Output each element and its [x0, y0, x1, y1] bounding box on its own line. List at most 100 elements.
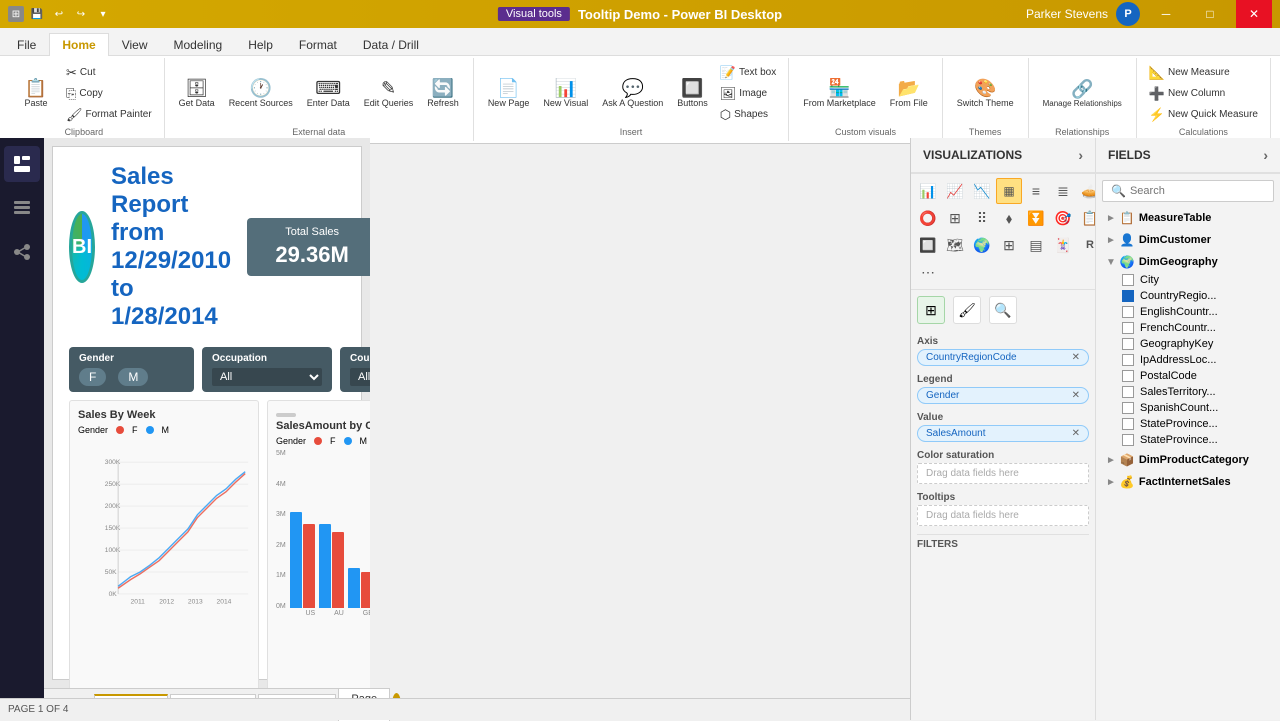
edit-queries-button[interactable]: ✎ Edit Queries [358, 77, 420, 110]
copy-button[interactable]: ⎘ Copy [62, 84, 156, 104]
viz-icon-donut[interactable]: ⭕ [915, 205, 941, 231]
new-quick-measure-button[interactable]: ⚡ New Quick Measure [1145, 105, 1262, 125]
value-remove[interactable]: ✕ [1072, 428, 1080, 439]
user-avatar[interactable]: P [1116, 2, 1140, 26]
viz-icon-card[interactable]: 🃏 [1050, 232, 1076, 258]
viz-icon-treemap[interactable]: ⊞ [942, 205, 968, 231]
viz-fields-tab[interactable]: ⊞ [917, 296, 945, 324]
spanishcount-checkbox[interactable] [1122, 402, 1134, 414]
ipaddress-checkbox[interactable] [1122, 354, 1134, 366]
frenchcountr-checkbox[interactable] [1122, 322, 1134, 334]
viz-icon-more[interactable]: ⋯ [915, 259, 941, 285]
format-painter-button[interactable]: 🖌 Format Painter [62, 105, 156, 125]
occupation-select[interactable]: All [212, 368, 322, 386]
recent-sources-button[interactable]: 🕐 Recent Sources [223, 77, 299, 110]
viz-analytics-tab[interactable]: 🔍 [989, 296, 1017, 324]
gender-f[interactable]: F [79, 368, 106, 386]
nav-model[interactable] [4, 234, 40, 270]
viz-icon-gauge[interactable]: 🎯 [1050, 205, 1076, 231]
bar-chart-handle[interactable] [276, 413, 296, 417]
field-stateprovince1[interactable]: StateProvince... [1102, 416, 1274, 432]
stateprovince2-checkbox[interactable] [1122, 434, 1134, 446]
tab-home[interactable]: Home [49, 33, 108, 56]
viz-icon-filled-map[interactable]: 🌍 [969, 232, 995, 258]
shapes-button[interactable]: ⬡ Shapes [716, 105, 780, 125]
viz-icon-line[interactable]: 📈 [942, 178, 968, 204]
customize-quick[interactable]: ▾ [94, 5, 112, 23]
axis-remove[interactable]: ✕ [1072, 352, 1080, 363]
nav-data[interactable] [4, 190, 40, 226]
viz-icon-bar[interactable]: 📊 [915, 178, 941, 204]
manage-relationships-button[interactable]: 🔗 Manage Relationships [1037, 78, 1128, 110]
field-spanishcount[interactable]: SpanishCount... [1102, 400, 1274, 416]
new-page-button[interactable]: 📄 New Page [482, 77, 536, 110]
field-frenchcountr[interactable]: FrenchCountr... [1102, 320, 1274, 336]
gender-m[interactable]: M [118, 368, 148, 386]
new-visual-button[interactable]: 📊 New Visual [537, 77, 594, 110]
fields-search-input[interactable] [1130, 185, 1272, 197]
viz-icon-area[interactable]: 📉 [969, 178, 995, 204]
refresh-button[interactable]: 🔄 Refresh [421, 77, 465, 110]
stateprovince1-checkbox[interactable] [1122, 418, 1134, 430]
field-ipaddress[interactable]: IpAddressLoc... [1102, 352, 1274, 368]
tab-view[interactable]: View [109, 33, 161, 56]
field-countryregion[interactable]: CountryRegio... [1102, 288, 1274, 304]
viz-icon-matrix[interactable]: ⊞ [996, 232, 1022, 258]
close-button[interactable]: ✕ [1236, 0, 1272, 28]
viz-icon-map[interactable]: 🗺 [942, 232, 968, 258]
tab-file[interactable]: File [4, 33, 49, 56]
new-column-button[interactable]: ➕ New Column [1145, 84, 1262, 104]
field-geographykey[interactable]: GeographyKey [1102, 336, 1274, 352]
text-box-button[interactable]: 📝 Text box [716, 63, 780, 83]
from-marketplace-button[interactable]: 🏪 From Marketplace [797, 77, 882, 110]
salesterritory-checkbox[interactable] [1122, 386, 1134, 398]
country-select[interactable]: All [350, 368, 370, 386]
undo-quick[interactable]: ↩ [50, 5, 68, 23]
tab-modeling[interactable]: Modeling [160, 33, 235, 56]
fields-header[interactable]: FIELDS › [1096, 138, 1280, 174]
viz-icon-table[interactable]: ▤ [1023, 232, 1049, 258]
tooltips-dropzone[interactable]: Drag data fields here [917, 505, 1089, 526]
from-file-button[interactable]: 📂 From File [884, 77, 934, 110]
viz-icon-waterfall[interactable]: ⬧ [996, 205, 1022, 231]
tab-format[interactable]: Format [286, 33, 350, 56]
viz-icon-stacked-bar[interactable]: ≡ [1023, 178, 1049, 204]
viz-icon-kpi[interactable]: 📋 [1077, 205, 1096, 231]
viz-icon-pie[interactable]: 🥧 [1077, 178, 1096, 204]
buttons-button[interactable]: 🔲 Buttons [671, 77, 714, 110]
image-button[interactable]: 🖼 Image [716, 84, 780, 104]
viz-icon-scatter[interactable]: ⠿ [969, 205, 995, 231]
city-checkbox[interactable] [1122, 274, 1134, 286]
viz-format-tab[interactable]: 🖌 [953, 296, 981, 324]
color-sat-dropzone[interactable]: Drag data fields here [917, 463, 1089, 484]
factinternetsales-header[interactable]: ► 💰 FactInternetSales [1102, 472, 1274, 492]
tab-help[interactable]: Help [235, 33, 286, 56]
field-city[interactable]: City [1102, 272, 1274, 288]
minimize-button[interactable]: ─ [1148, 0, 1184, 28]
englishcountr-checkbox[interactable] [1122, 306, 1134, 318]
field-stateprovince2[interactable]: StateProvince... [1102, 432, 1274, 448]
viz-icon-r[interactable]: R [1077, 232, 1096, 258]
save-quick[interactable]: 💾 [28, 5, 46, 23]
dimproductcategory-header[interactable]: ► 📦 DimProductCategory [1102, 450, 1274, 470]
viz-icon-slicer[interactable]: 🔲 [915, 232, 941, 258]
redo-quick[interactable]: ↪ [72, 5, 90, 23]
viz-icon-funnel[interactable]: ⏬ [1023, 205, 1049, 231]
ask-question-button[interactable]: 💬 Ask A Question [596, 77, 669, 110]
viz-icon-100-bar[interactable]: ≣ [1050, 178, 1076, 204]
paste-button[interactable]: 📋 Paste [12, 77, 60, 110]
new-measure-button[interactable]: 📐 New Measure [1145, 63, 1262, 83]
field-salesterritory[interactable]: SalesTerritory... [1102, 384, 1274, 400]
postalcode-checkbox[interactable] [1122, 370, 1134, 382]
nav-report[interactable] [4, 146, 40, 182]
measuretable-header[interactable]: ► 📋 MeasureTable [1102, 208, 1274, 228]
enter-data-button[interactable]: ⌨ Enter Data [301, 77, 356, 110]
legend-remove[interactable]: ✕ [1072, 390, 1080, 401]
geographykey-checkbox[interactable] [1122, 338, 1134, 350]
visual-tools-tab[interactable]: Visual tools [498, 7, 570, 21]
switch-theme-button[interactable]: 🎨 Switch Theme [951, 77, 1020, 110]
get-data-button[interactable]: 🗄 Get Data [173, 77, 221, 110]
field-englishcountr[interactable]: EnglishCountr... [1102, 304, 1274, 320]
maximize-button[interactable]: □ [1192, 0, 1228, 28]
cut-button[interactable]: ✂ Cut [62, 63, 156, 83]
